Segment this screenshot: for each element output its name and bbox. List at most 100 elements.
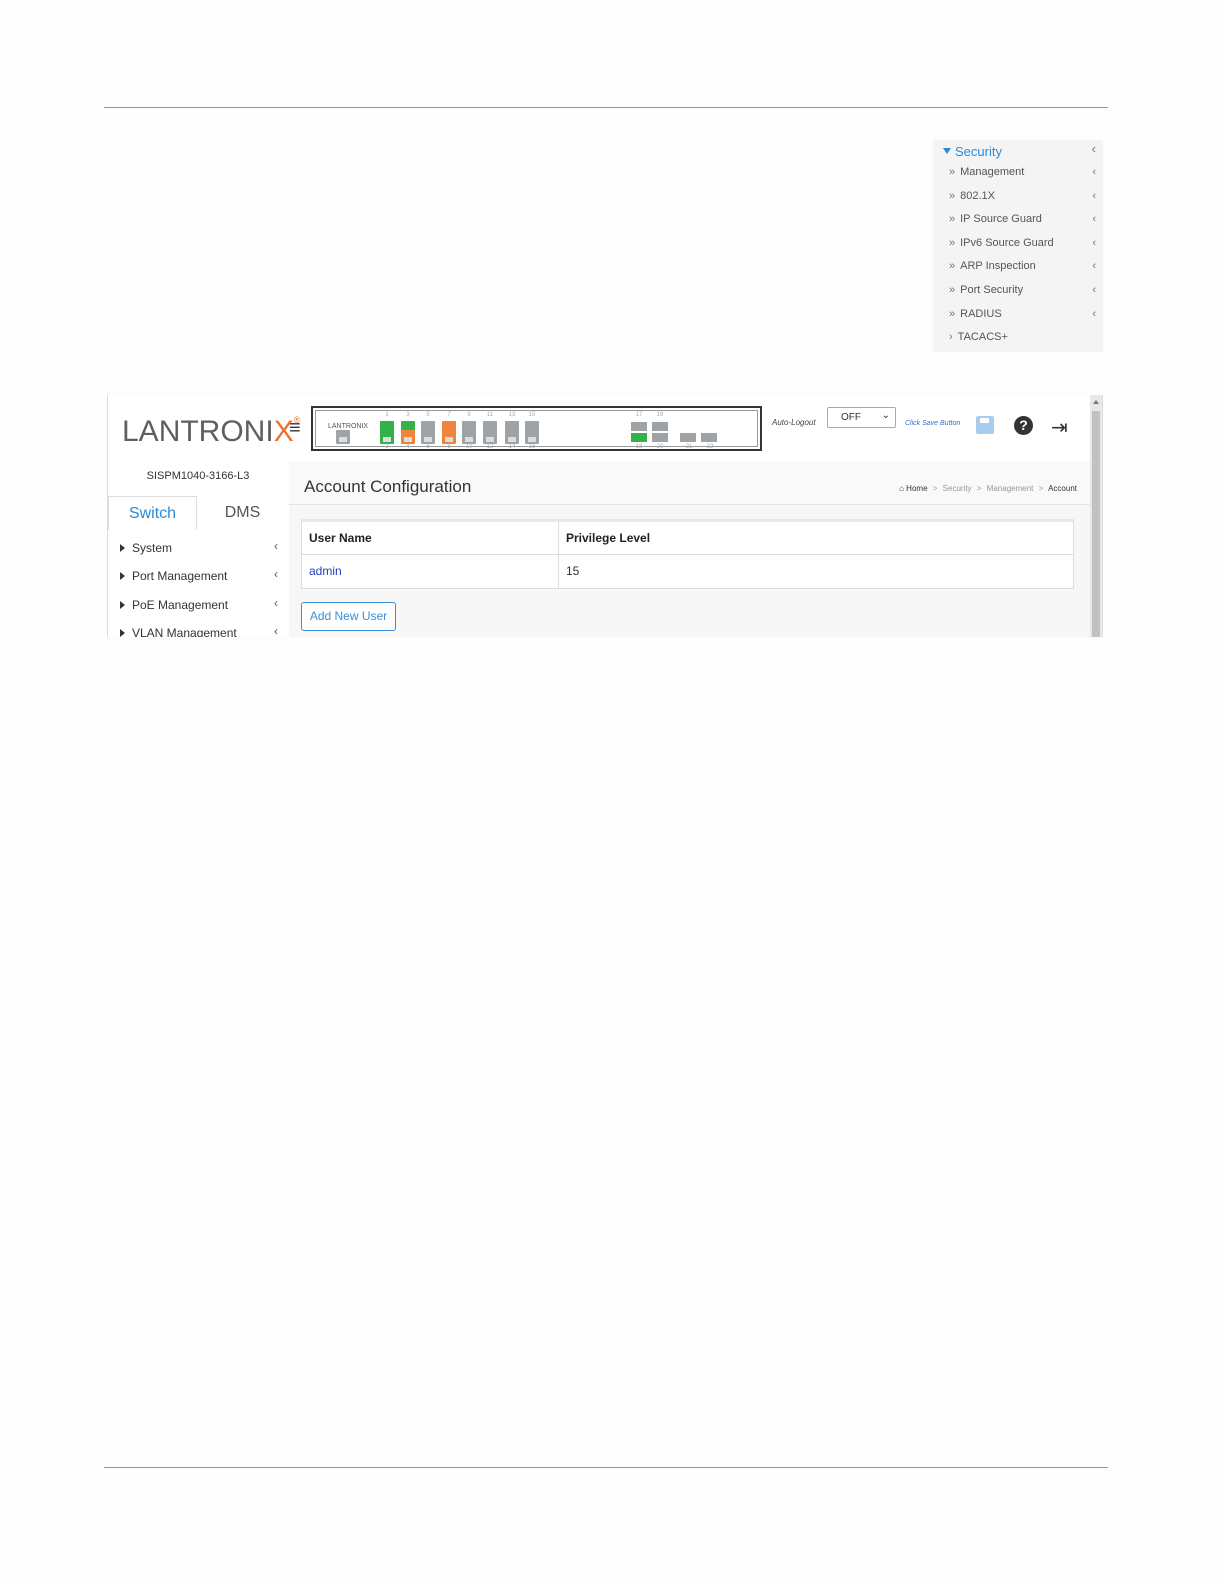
sfp-port-18[interactable]: [631, 433, 647, 442]
chevron-down-icon: ⌄: [881, 410, 890, 421]
security-item-management[interactable]: » Management ‹: [949, 166, 1099, 178]
click-save-button-link[interactable]: Click Save Button: [905, 420, 960, 427]
tab-switch[interactable]: Switch: [108, 496, 197, 530]
page-top-rule: [104, 107, 1108, 108]
port-number: 7: [447, 412, 451, 418]
sidebar-item-port-management[interactable]: Port Management ‹: [120, 567, 286, 583]
logout-icon[interactable]: ⇥: [1051, 415, 1068, 440]
security-item-label: TACACS+: [957, 331, 1008, 343]
breadcrumb-current: Account: [1048, 484, 1077, 493]
content-header: Account Configuration ⌂ Home > Security …: [289, 461, 1092, 505]
sidebar-item-label: PoE Management: [132, 598, 229, 612]
sidebar-item-vlan-management[interactable]: VLAN Management ‹: [120, 624, 286, 637]
panel-logo: LANTRONIX: [328, 423, 369, 430]
port-8[interactable]: [442, 430, 456, 444]
port-number: 14: [508, 444, 516, 450]
security-item-8021x[interactable]: » 802.1X ‹: [949, 190, 1099, 202]
security-item-port-security[interactable]: » Port Security ‹: [949, 284, 1099, 296]
breadcrumb-separator: >: [976, 484, 982, 493]
sfp-port-19[interactable]: [652, 422, 668, 431]
port-jack: [404, 437, 412, 442]
sidebar: SISPM1040-3166-L3 Switch DMS System ‹ Po…: [108, 461, 288, 637]
double-chevron-right-icon: »: [949, 190, 956, 202]
scroll-up-arrow-icon[interactable]: [1093, 400, 1099, 404]
port-12[interactable]: [483, 430, 497, 444]
sfp-port-21[interactable]: [680, 433, 696, 442]
switch-web-ui: LANTRONIX® ≡ LANTRONIX 1 3 5 7 9 11 13 1…: [107, 395, 1103, 637]
port-number: 16: [528, 444, 536, 450]
double-chevron-right-icon: »: [949, 237, 956, 249]
scrollbar[interactable]: [1090, 395, 1102, 637]
breadcrumb-management[interactable]: Management: [987, 484, 1034, 493]
port-6[interactable]: [421, 430, 435, 444]
sidebar-item-label: VLAN Management: [132, 626, 237, 637]
sfp-port-17[interactable]: [631, 422, 647, 431]
double-chevron-right-icon: »: [949, 213, 956, 225]
main-content: Account Configuration ⌂ Home > Security …: [289, 461, 1092, 637]
security-item-label: 802.1X: [960, 190, 995, 202]
caret-right-icon: [120, 572, 125, 580]
caret-right-icon: [120, 601, 125, 609]
save-icon[interactable]: [976, 416, 994, 434]
privilege-level-value: 15: [566, 564, 580, 578]
security-item-tacacs[interactable]: › TACACS+: [949, 331, 1099, 343]
scrollbar-thumb[interactable]: [1092, 411, 1100, 637]
sfp-port-22[interactable]: [701, 433, 717, 442]
chevron-right-icon: ›: [949, 331, 953, 343]
breadcrumb: ⌂ Home > Security > Management > Account: [899, 484, 1077, 493]
caret-down-icon: [943, 148, 951, 154]
auto-logout-select[interactable]: OFF ⌄: [827, 407, 896, 428]
breadcrumb-separator: >: [1038, 484, 1044, 493]
security-menu-header[interactable]: Security: [943, 144, 1002, 159]
security-item-arp-inspection[interactable]: » ARP Inspection ‹: [949, 260, 1099, 272]
port-2[interactable]: [380, 430, 394, 444]
port-number: 13: [508, 412, 516, 418]
sidebar-item-system[interactable]: System ‹: [120, 539, 286, 555]
caret-right-icon: [120, 629, 125, 637]
page-bottom-rule: [104, 1467, 1108, 1468]
column-header-privilege-level: Privilege Level: [566, 531, 651, 545]
breadcrumb-security[interactable]: Security: [943, 484, 972, 493]
port-number: 22: [706, 444, 714, 450]
chevron-left-icon: ‹: [1092, 260, 1096, 272]
breadcrumb-home-label: Home: [906, 484, 928, 493]
logo-text: LANTRONI: [122, 415, 274, 448]
port-jack: [383, 437, 391, 442]
security-item-radius[interactable]: » RADIUS ‹: [949, 308, 1099, 320]
double-chevron-right-icon: »: [949, 284, 956, 296]
chevron-left-icon: ‹: [274, 596, 278, 610]
security-menu: Security ‹ » Management ‹ » 802.1X ‹ » IP S…: [933, 140, 1103, 352]
tab-dms[interactable]: DMS: [197, 496, 288, 530]
sidebar-item-poe-management[interactable]: PoE Management ‹: [120, 596, 286, 612]
chevron-left-icon: ‹: [274, 624, 278, 637]
user-name-link[interactable]: admin: [302, 555, 559, 588]
page-title: Account Configuration: [304, 477, 472, 496]
add-new-user-button[interactable]: Add New User: [301, 602, 396, 631]
port-14[interactable]: [505, 430, 519, 444]
port-number: 20: [656, 444, 664, 450]
security-item-ipv6-source-guard[interactable]: » IPv6 Source Guard ‹: [949, 237, 1099, 249]
auto-logout-value: OFF: [841, 412, 861, 423]
chevron-left-icon: ‹: [1092, 237, 1096, 249]
chevron-left-icon: ‹: [1092, 190, 1096, 202]
port-number: 15: [528, 412, 536, 418]
auto-logout-label: Auto-Logout: [772, 418, 816, 427]
help-icon[interactable]: ?: [1014, 416, 1033, 435]
security-item-label: Management: [960, 166, 1025, 178]
sfp-port-20[interactable]: [652, 433, 668, 442]
port-4[interactable]: [401, 430, 415, 444]
hamburger-menu-icon[interactable]: ≡: [289, 418, 305, 438]
port-10[interactable]: [462, 430, 476, 444]
port-number: 5: [426, 412, 430, 418]
column-header-user-name: User Name: [302, 522, 559, 555]
port-number: 17: [635, 412, 643, 418]
port-16[interactable]: [525, 430, 539, 444]
lantronix-logo: LANTRONIX®: [122, 415, 300, 449]
double-chevron-right-icon: »: [949, 260, 956, 272]
chevron-left-icon: ‹: [274, 567, 278, 581]
security-item-ip-source-guard[interactable]: » IP Source Guard ‹: [949, 213, 1099, 225]
port-number: 3: [406, 412, 410, 418]
port-jack: [528, 437, 536, 442]
port-number: 4: [406, 444, 410, 450]
breadcrumb-home[interactable]: ⌂ Home: [899, 484, 927, 493]
